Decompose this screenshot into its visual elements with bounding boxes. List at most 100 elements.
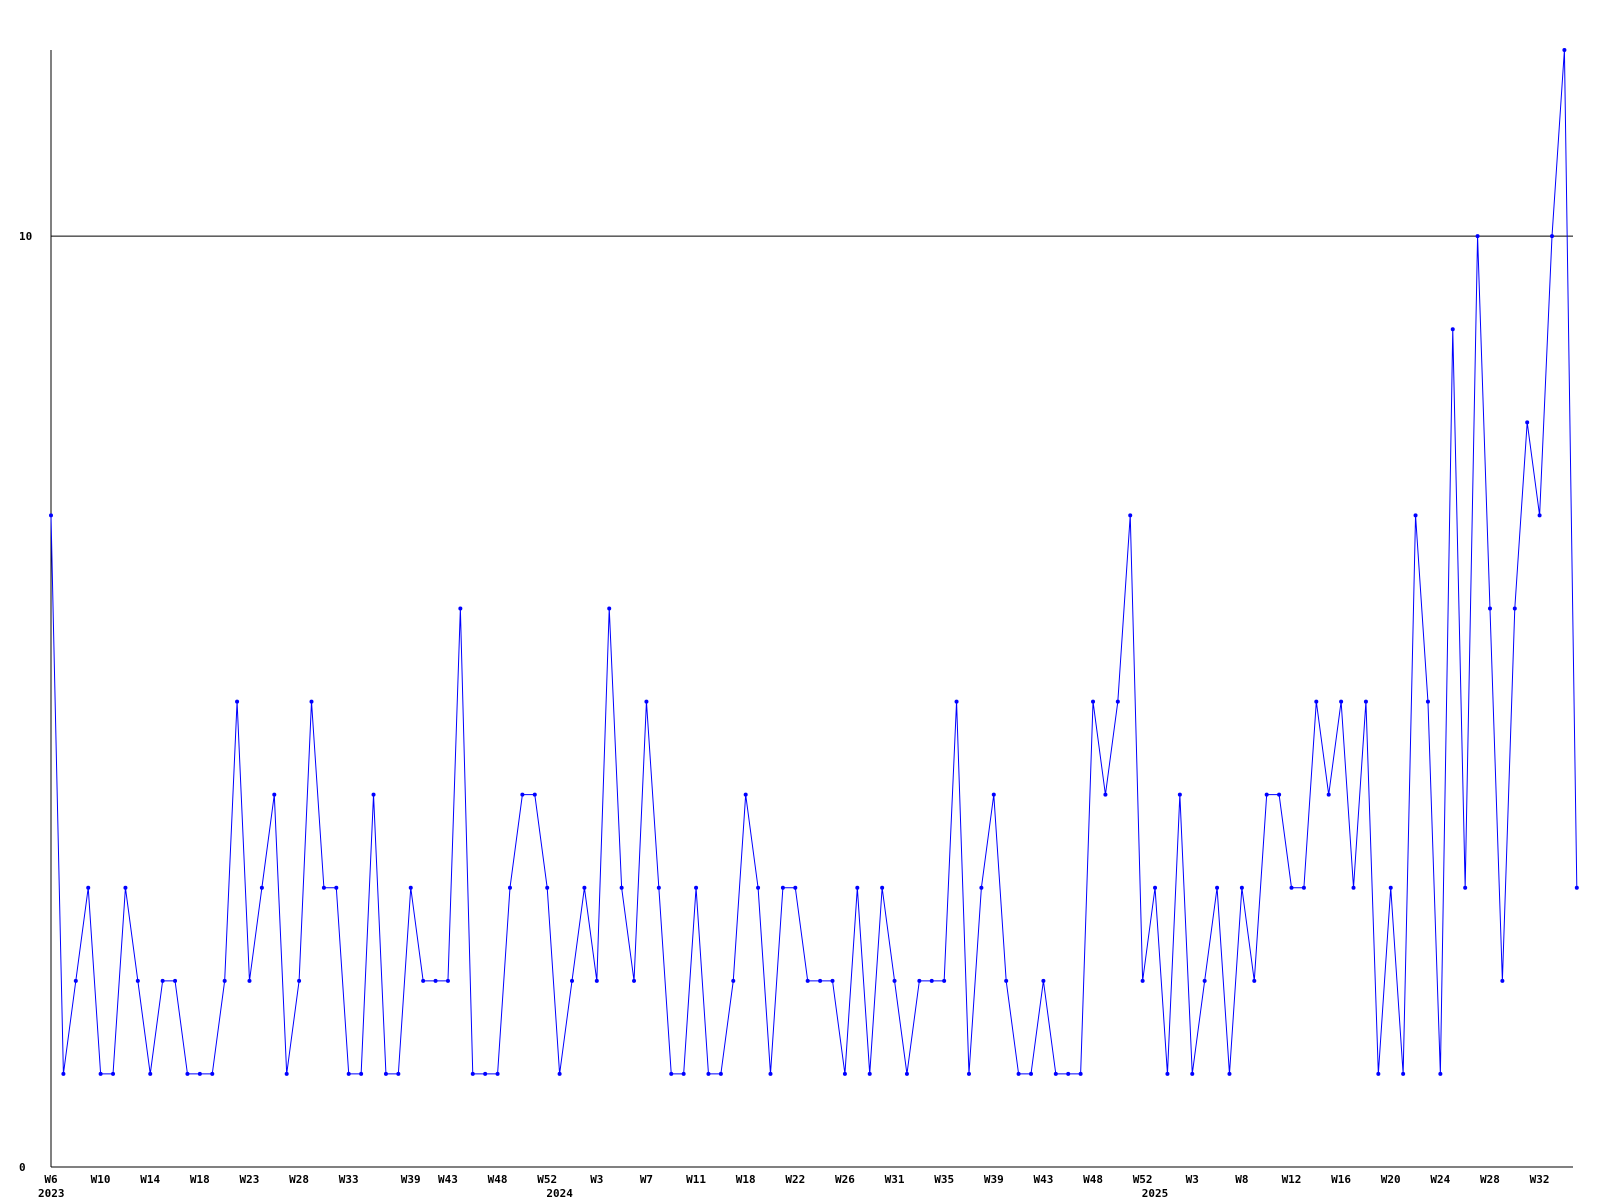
data-point — [557, 1071, 562, 1076]
data-point — [1165, 1071, 1170, 1076]
data-point — [731, 978, 736, 983]
data-point — [284, 1071, 289, 1076]
data-point — [383, 1071, 388, 1076]
x-tick-label: W43 — [438, 1173, 458, 1186]
x-tick-label: W52 — [1133, 1173, 1153, 1186]
data-point — [1264, 792, 1269, 797]
data-point — [1376, 1071, 1381, 1076]
x-tick-label: W39 — [401, 1173, 421, 1186]
x-tick-label: W8 — [1235, 1173, 1248, 1186]
data-point — [111, 1071, 116, 1076]
data-point — [1215, 885, 1220, 890]
x-tick-label: W18 — [190, 1173, 210, 1186]
data-point — [1004, 978, 1009, 983]
x-tick-label: W12 — [1282, 1173, 1302, 1186]
data-point — [818, 978, 823, 983]
data-point — [1475, 234, 1480, 239]
year-label: 2023 — [38, 1187, 65, 1200]
data-point — [1574, 885, 1579, 890]
data-point — [445, 978, 450, 983]
data-point — [1425, 699, 1430, 704]
data-point — [855, 885, 860, 890]
data-point — [1550, 234, 1554, 239]
plot-area — [49, 48, 1579, 1076]
x-tick-label: W14 — [140, 1173, 160, 1186]
data-point — [1450, 327, 1455, 332]
data-point — [582, 885, 587, 890]
data-point — [570, 978, 575, 983]
x-tick-label: W6 — [44, 1173, 58, 1186]
data-point — [1053, 1071, 1058, 1076]
x-tick-label: W10 — [91, 1173, 111, 1186]
series-line — [50, 49, 1578, 1075]
x-tick-label: W26 — [835, 1173, 855, 1186]
x-tick-label: W33 — [339, 1173, 359, 1186]
data-point — [1314, 699, 1319, 704]
x-tick-label: W11 — [686, 1173, 706, 1186]
data-point — [359, 1071, 364, 1076]
data-point — [632, 978, 637, 983]
x-tick-label: W24 — [1430, 1173, 1450, 1186]
data-point — [830, 978, 835, 983]
data-point — [135, 978, 140, 983]
data-point — [1301, 885, 1306, 890]
x-tick-label: W43 — [1033, 1173, 1053, 1186]
data-point — [247, 978, 252, 983]
data-point — [1028, 1071, 1033, 1076]
data-point — [408, 885, 413, 890]
data-point — [433, 978, 438, 983]
y-axis-ticks: 0 10 — [19, 230, 32, 1174]
data-point — [607, 606, 612, 611]
data-point — [1487, 606, 1492, 611]
data-point — [1239, 885, 1244, 890]
data-point — [1525, 420, 1530, 425]
data-point — [867, 1071, 872, 1076]
data-point — [706, 1071, 711, 1076]
data-point — [334, 885, 339, 890]
x-tick-label: W16 — [1331, 1173, 1351, 1186]
data-point — [681, 1071, 686, 1076]
data-point — [1363, 699, 1368, 704]
data-point — [594, 978, 599, 983]
data-point — [1153, 885, 1158, 890]
data-point — [61, 1071, 66, 1076]
x-tick-label: W32 — [1530, 1173, 1550, 1186]
data-point — [160, 978, 165, 983]
x-tick-label: W3 — [590, 1173, 603, 1186]
data-point — [458, 606, 463, 611]
data-point — [1562, 48, 1567, 52]
data-point — [1016, 1071, 1021, 1076]
data-point — [1413, 513, 1418, 518]
x-tick-label: W31 — [885, 1173, 905, 1186]
data-point — [1128, 513, 1133, 518]
data-point — [545, 885, 550, 890]
data-point — [644, 699, 649, 704]
data-point — [1091, 699, 1096, 704]
data-point — [1289, 885, 1294, 890]
data-point — [495, 1071, 500, 1076]
x-tick-label: W28 — [1480, 1173, 1500, 1186]
data-point — [1190, 1071, 1195, 1076]
x-tick-label: W7 — [640, 1173, 653, 1186]
data-point — [309, 699, 314, 704]
data-point — [532, 792, 537, 797]
data-point — [73, 978, 78, 983]
data-point — [656, 885, 661, 890]
data-point — [396, 1071, 401, 1076]
data-point — [1512, 606, 1517, 611]
x-tick-label: W35 — [934, 1173, 954, 1186]
x-tick-label: W22 — [785, 1173, 805, 1186]
x-tick-label: W23 — [240, 1173, 260, 1186]
data-point — [123, 885, 128, 890]
data-point — [929, 978, 934, 983]
data-point — [507, 885, 512, 890]
data-point — [483, 1071, 488, 1076]
data-point — [86, 885, 91, 890]
data-point — [1252, 978, 1257, 983]
axes — [50, 50, 1573, 1168]
data-point — [1500, 978, 1505, 983]
data-point — [669, 1071, 674, 1076]
x-tick-label: W39 — [984, 1173, 1004, 1186]
data-point — [780, 885, 785, 890]
y-tick-label: 10 — [19, 230, 32, 243]
